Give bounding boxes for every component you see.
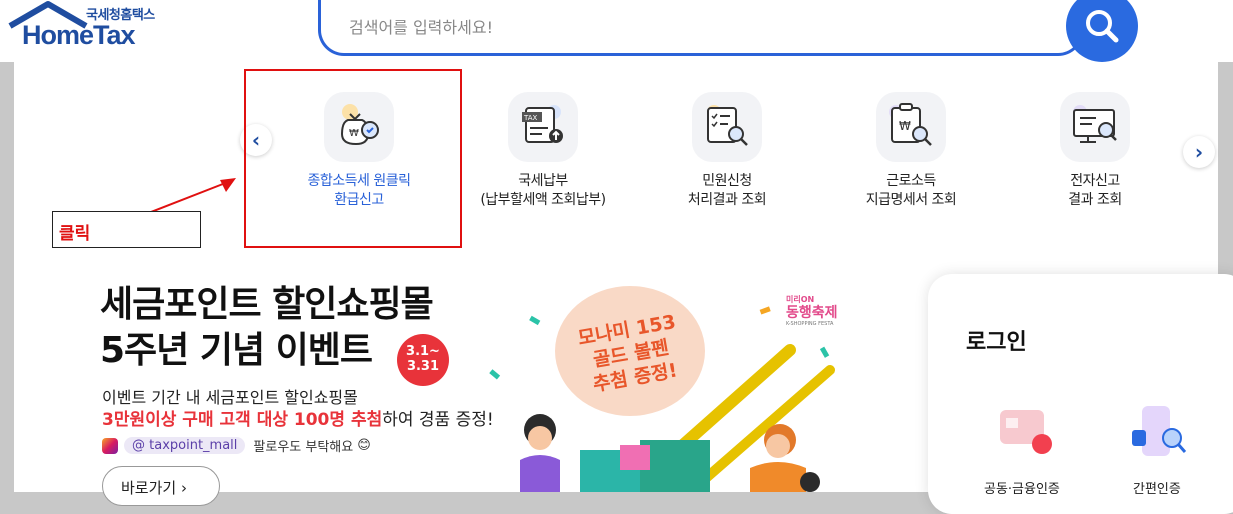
search-button[interactable] <box>1066 0 1138 62</box>
chevron-right-icon: › <box>180 479 187 497</box>
logo-text: HomeTax <box>22 20 136 50</box>
certificate-card-icon[interactable] <box>996 404 1056 460</box>
search-input[interactable]: 검색어를 입력하세요! <box>318 0 1084 56</box>
clipboard-won-search-icon: ₩ <box>876 92 946 162</box>
chevron-right-icon: › <box>1194 140 1204 164</box>
simple-auth-icon[interactable] <box>1130 404 1190 460</box>
instagram-info: @ taxpoint_mall 팔로우도 부탁해요 😊 <box>102 436 371 455</box>
promo-illustration <box>489 306 835 492</box>
hometax-logo[interactable]: 국세청홈택스 HomeTax <box>6 0 171 56</box>
checklist-search-icon <box>692 92 762 162</box>
login-title: 로그인 <box>966 330 1027 355</box>
menu-label: 민원신청 처리결과 조회 <box>687 173 767 208</box>
menu-item-earned-income-statement[interactable]: ₩ 근로소득 지급명세서 조회 <box>811 92 1011 210</box>
search-placeholder: 검색어를 입력하세요! <box>349 18 493 37</box>
menu-label: 국세납부 (납부할세액 조회납부) <box>480 173 606 208</box>
event-date-badge: 3.1~ 3.31 <box>397 334 449 386</box>
menu-label: 근로소득 지급명세서 조회 <box>865 173 957 208</box>
banner-title: 세금포인트 할인쇼핑몰 5주년 기념 이벤트 <box>100 284 434 371</box>
menu-item-civil-petition[interactable]: 민원신청 처리결과 조회 <box>627 92 827 210</box>
follow-note: 팔로우도 부탁해요 <box>253 440 354 455</box>
simple-auth-login[interactable]: 간편인증 <box>1133 478 1181 497</box>
banner-highlight-text: 3만원이상 구매 고객 대상 100명 추첨하여 경품 증정! <box>102 410 494 430</box>
smile-emoji-icon: 😊 <box>357 438 371 453</box>
login-panel <box>928 274 1233 514</box>
search-icon <box>1086 10 1119 43</box>
menu-item-e-filing-result[interactable]: 전자신고 결과 조회 <box>995 92 1195 210</box>
go-button[interactable]: 바로가기 › <box>102 466 220 506</box>
top-bar: 국세청홈택스 HomeTax 검색어를 입력하세요! <box>0 0 1233 62</box>
click-annotation: 클릭 <box>52 211 201 248</box>
highlight-box <box>244 69 462 248</box>
instagram-handle[interactable]: @ taxpoint_mall <box>124 437 246 454</box>
monitor-search-icon <box>1060 92 1130 162</box>
instagram-icon <box>102 437 118 454</box>
joint-certificate-login[interactable]: 공동·금융인증 <box>984 478 1060 497</box>
tax-document-upload-icon: TAX <box>508 92 578 162</box>
click-annotation-label: 클릭 <box>59 224 91 244</box>
svg-text:TAX: TAX <box>523 114 538 122</box>
svg-text:₩: ₩ <box>899 119 911 133</box>
menu-item-national-tax-payment[interactable]: TAX 국세납부 (납부할세액 조회납부) <box>443 92 643 210</box>
festival-logo: 미리ON 동행축제 K-SHOPPING FESTA <box>786 295 838 327</box>
menu-label: 전자신고 결과 조회 <box>1068 173 1122 208</box>
